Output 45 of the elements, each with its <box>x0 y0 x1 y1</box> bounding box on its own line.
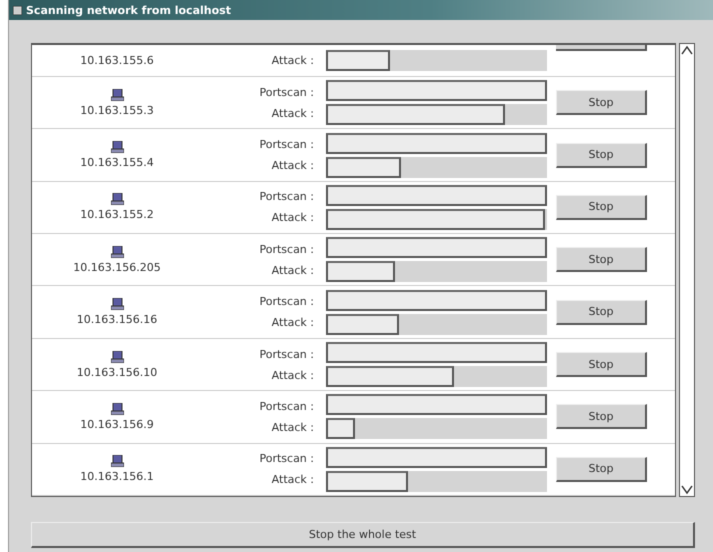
attack-label: Attack : <box>272 54 314 67</box>
computer-icon <box>110 193 124 206</box>
attack-label: Attack : <box>272 420 314 434</box>
stop-button[interactable]: Stop <box>556 142 647 168</box>
portscan-label: Portscan : <box>259 452 314 466</box>
attack-label: Attack : <box>272 473 314 486</box>
portscan-label: Portscan : <box>259 190 314 204</box>
stop-button[interactable]: Stop <box>556 352 647 378</box>
host-ip: 10.163.156.9 <box>80 418 154 431</box>
stop-all-button[interactable]: Stop the whole test <box>31 522 695 548</box>
window-icon <box>13 6 22 14</box>
host-ip: 10.163.156.16 <box>76 313 158 326</box>
host-ip: 10.163.155.6 <box>80 54 154 67</box>
computer-icon <box>110 455 124 468</box>
host-ip: 10.163.156.1 <box>80 470 154 484</box>
attack-label: Attack : <box>272 159 314 172</box>
computer-icon <box>110 350 124 363</box>
host-ip: 10.163.156.10 <box>76 366 158 379</box>
portscan-label: Portscan : <box>259 242 314 256</box>
host-ip: 10.163.155.2 <box>80 208 154 222</box>
computer-icon <box>110 88 124 101</box>
attack-label: Attack : <box>272 106 314 120</box>
attack-label: Attack : <box>272 264 314 277</box>
stop-button[interactable]: Stop <box>556 90 647 116</box>
attack-label: Attack : <box>272 211 314 224</box>
stop-button[interactable]: Stop <box>556 300 647 325</box>
stop-button[interactable]: Stop <box>556 404 647 430</box>
computer-icon <box>110 298 124 310</box>
host-ip: 10.163.155.3 <box>80 104 154 117</box>
portscan-label: Portscan : <box>259 400 314 413</box>
portscan-label: Portscan : <box>259 138 314 152</box>
portscan-label: Portscan : <box>259 86 314 99</box>
attack-label: Attack : <box>272 316 314 330</box>
computer-icon <box>110 246 124 258</box>
attack-label: Attack : <box>272 368 314 382</box>
computer-icon <box>110 141 124 154</box>
portscan-label: Portscan : <box>259 295 314 308</box>
host-ip: 10.163.155.4 <box>80 156 154 170</box>
stop-button[interactable]: Stop <box>556 194 647 220</box>
computer-icon <box>110 402 124 415</box>
stop-button[interactable]: Stop <box>556 247 647 272</box>
window-title: Scanning network from localhost <box>26 4 231 16</box>
host-ip: 10.163.156.205 <box>73 260 161 274</box>
stop-button[interactable]: Stop <box>556 456 647 482</box>
portscan-label: Portscan : <box>259 348 314 361</box>
